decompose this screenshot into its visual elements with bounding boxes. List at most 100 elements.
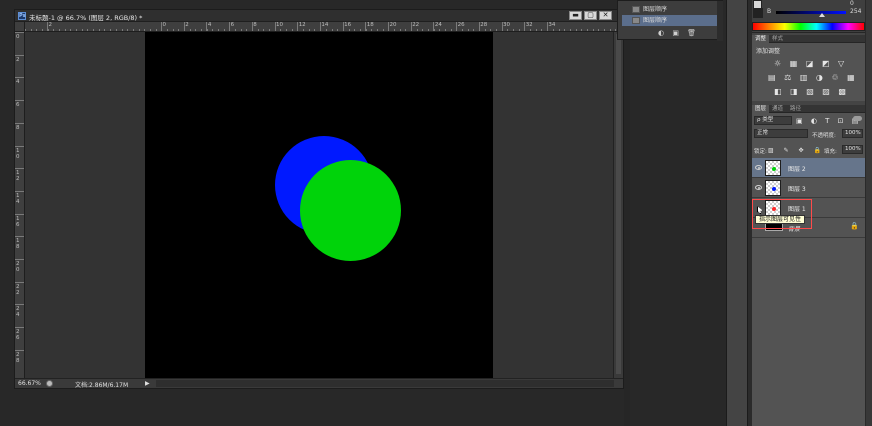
horizontal-ruler[interactable]: 2 0 2 4 6 8 10 12 14 16 18 20 22 24 26 28 30 32 34 bbox=[25, 22, 623, 32]
ruler-label: 18 bbox=[366, 22, 374, 28]
close-button[interactable]: ✕ bbox=[599, 11, 612, 20]
ruler-label: 24 bbox=[434, 22, 442, 28]
ruler-major-tick bbox=[15, 77, 24, 79]
adjustments-title: 添加调整 bbox=[756, 48, 781, 55]
ruler-label: 22 bbox=[412, 22, 420, 28]
document-size: 文档:2.86M/6.17M bbox=[75, 382, 129, 389]
green-circle[interactable] bbox=[300, 160, 401, 261]
history-item-label: 图层顺序 bbox=[643, 6, 668, 13]
ruler-label: 2 bbox=[48, 22, 53, 28]
minimize-button[interactable]: ▬ bbox=[569, 11, 582, 20]
ruler-label: 2 4 bbox=[16, 306, 20, 319]
ruler-label: 28 bbox=[480, 22, 488, 28]
ruler-major-tick bbox=[15, 259, 24, 260]
pasteboard[interactable] bbox=[25, 32, 613, 378]
ruler-label: 34 bbox=[548, 22, 556, 28]
tab-channels[interactable]: 通道 bbox=[769, 105, 786, 113]
color-b-value[interactable]: 254 bbox=[850, 8, 861, 15]
history-toolbar-icons[interactable]: ◐ ▣ 🗑 bbox=[658, 29, 699, 37]
color-b-label: B bbox=[767, 8, 772, 15]
ruler-label: 1 8 bbox=[16, 238, 20, 251]
layer-name[interactable]: 图层 3 bbox=[788, 184, 806, 193]
ruler-label: 8 bbox=[16, 124, 20, 131]
zoom-level[interactable]: 66.67% bbox=[18, 380, 41, 387]
color-top-value[interactable]: 0 bbox=[850, 0, 854, 7]
adjustment-icons-row-3[interactable]: ◧ ◨ ▧ ▨ ▩ bbox=[774, 87, 849, 96]
layer-thumbnail bbox=[765, 160, 781, 176]
opacity-field[interactable]: 100% bbox=[842, 129, 863, 138]
document-title: 未标题-1 @ 66.7% (图层 2, RGB/8) * bbox=[29, 14, 143, 22]
ruler-label: 10 bbox=[276, 22, 283, 28]
lock-icon: 🔒 bbox=[850, 222, 859, 230]
ruler-label: 1 4 bbox=[16, 192, 20, 205]
maximize-button[interactable]: ▢ bbox=[584, 11, 597, 20]
tab-adjustments[interactable]: 调整 bbox=[752, 35, 770, 43]
layer-filter-icons[interactable]: ▣ ◐ T ⊡ ▤ bbox=[796, 117, 861, 125]
right-panel-column: 0 B 254 调整 样式 添加调整 ☼ ▦ ◪ ◩ ▽ ▤ ⚖ ▥ ◑ ♲ ▦… bbox=[752, 0, 872, 426]
canvas[interactable] bbox=[145, 32, 493, 378]
ruler-major-tick bbox=[15, 327, 24, 329]
vertical-ruler[interactable]: 0 2 4 6 8 1 0 1 2 1 4 1 6 1 8 2 0 2 2 2 4 2 6 2 8 bbox=[15, 32, 25, 378]
opacity-label: 不透明度: bbox=[812, 133, 836, 139]
panel-scrollbar[interactable] bbox=[865, 0, 872, 426]
ruler-label: 2 6 bbox=[16, 329, 20, 342]
ruler-major-tick bbox=[15, 168, 24, 170]
fill-label: 填充: bbox=[824, 149, 837, 155]
eye-icon[interactable] bbox=[755, 165, 762, 170]
scroll-thumb[interactable] bbox=[616, 34, 621, 374]
status-menu-arrow-icon[interactable]: ▶ bbox=[145, 380, 150, 387]
adjustment-icons-row-1[interactable]: ☼ ▦ ◪ ◩ ▽ bbox=[774, 59, 847, 68]
ruler-label: 6 bbox=[16, 102, 20, 109]
tab-layers[interactable]: 图层 bbox=[752, 105, 770, 113]
history-scrollbar[interactable] bbox=[717, 1, 723, 41]
ruler-major-tick bbox=[15, 236, 24, 238]
lock-option-icons[interactable]: ▨ ✎ ✥ 🔒 bbox=[768, 147, 825, 154]
ruler-label: 2 bbox=[16, 56, 20, 63]
document-titlebar[interactable]: Ps 未标题-1 @ 66.7% (图层 2, RGB/8) * ▬ ▢ ✕ bbox=[15, 10, 623, 22]
tab-styles[interactable]: 样式 bbox=[769, 35, 786, 43]
fill-field[interactable]: 100% bbox=[842, 145, 863, 154]
layer-row[interactable]: 图层 2 bbox=[752, 158, 865, 178]
color-spectrum-bar[interactable] bbox=[752, 22, 865, 31]
ruler-label: 2 2 bbox=[16, 283, 20, 296]
adjustments-panel: 添加调整 ☼ ▦ ◪ ◩ ▽ ▤ ⚖ ▥ ◑ ♲ ▦ ◧ ◨ ▧ ▨ ▩ bbox=[752, 43, 865, 101]
blend-mode-select[interactable]: 正常 bbox=[754, 129, 808, 138]
slider-knob-icon[interactable] bbox=[819, 13, 825, 17]
ruler-major-tick bbox=[15, 54, 24, 56]
foreground-color-swatch[interactable] bbox=[753, 8, 763, 18]
layer-name[interactable]: 图层 2 bbox=[788, 164, 806, 173]
eye-icon[interactable] bbox=[755, 185, 762, 190]
ruler-label: 32 bbox=[525, 22, 533, 28]
ruler-label: 2 bbox=[185, 22, 189, 28]
ruler-label: 26 bbox=[457, 22, 465, 28]
history-state-icon bbox=[632, 6, 640, 13]
history-panel: 图层顺序 图层顺序 ◐ ▣ 🗑 bbox=[617, 0, 723, 41]
blue-channel-slider[interactable] bbox=[776, 11, 846, 14]
layer-row[interactable]: 图层 3 bbox=[752, 178, 865, 198]
visibility-tooltip: 指示图层可见性 bbox=[755, 215, 806, 224]
ruler-major-tick bbox=[15, 100, 24, 102]
tab-paths[interactable]: 路径 bbox=[787, 105, 804, 113]
highlight-box bbox=[752, 199, 812, 229]
ruler-origin[interactable] bbox=[15, 22, 25, 32]
ruler-label: 6 bbox=[230, 22, 235, 28]
history-item[interactable]: 图层顺序 bbox=[622, 4, 720, 15]
ruler-label: 0 bbox=[162, 22, 167, 28]
layers-panel: ρ 类型 ▣ ◐ T ⊡ ▤ 正常 不透明度: 100% 锁定: ▨ ✎ ✥ 🔒… bbox=[752, 113, 865, 238]
status-info-icon[interactable] bbox=[46, 380, 53, 387]
ruler-label: 0 bbox=[16, 34, 20, 40]
ruler-major-tick bbox=[15, 213, 24, 215]
ruler-label: 4 bbox=[16, 79, 20, 86]
horizontal-scrollbar[interactable] bbox=[156, 380, 614, 387]
filter-toggle-switch[interactable] bbox=[853, 116, 862, 121]
ruler-label: 2 0 bbox=[16, 261, 20, 273]
ruler-major-tick bbox=[15, 145, 24, 147]
layers-empty-area[interactable] bbox=[752, 238, 865, 426]
lock-label: 锁定: bbox=[754, 149, 767, 155]
ruler-label: 1 0 bbox=[16, 147, 20, 160]
collapsed-panel-dock[interactable] bbox=[726, 0, 748, 426]
adjustment-icons-row-2[interactable]: ▤ ⚖ ▥ ◑ ♲ ▦ bbox=[768, 73, 858, 82]
vertical-scrollbar[interactable] bbox=[613, 32, 623, 378]
history-item[interactable]: 图层顺序 bbox=[622, 15, 720, 26]
layer-filter-select[interactable]: ρ 类型 bbox=[754, 116, 792, 125]
